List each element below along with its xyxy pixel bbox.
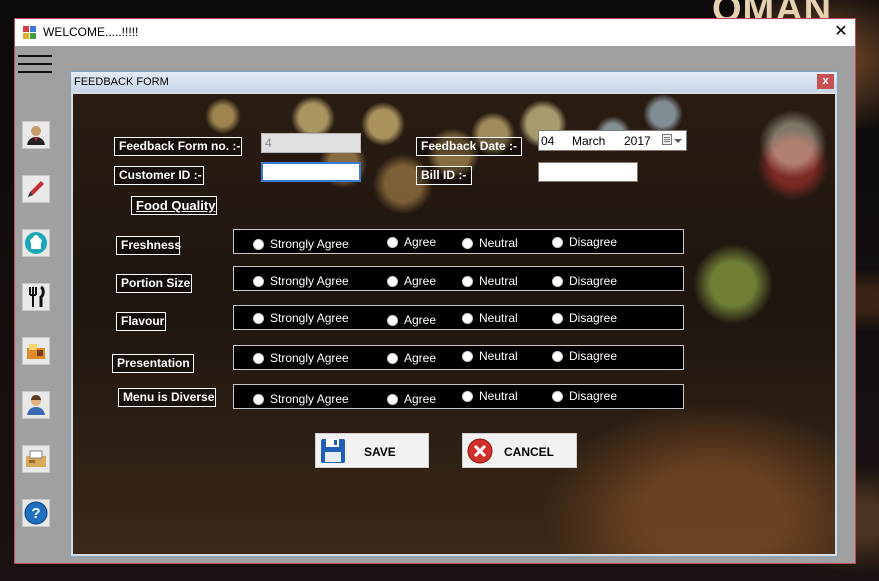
main-window: WELCOME.....!!!!! ✕ ? FEEDBACK FORM x Fe… bbox=[14, 18, 856, 564]
presentation-rating-group: Strongly Agree Agree Neutral Disagree bbox=[233, 345, 684, 370]
date-month: March bbox=[572, 134, 606, 148]
food-order-icon bbox=[27, 344, 45, 359]
presentation-strongly-agree-radio[interactable]: Strongly Agree bbox=[251, 349, 353, 367]
criterion-menu-diverse-label: Menu is Diverse bbox=[118, 388, 216, 407]
flavour-disagree-radio[interactable]: Disagree bbox=[550, 309, 622, 327]
menu-diverse-disagree-radio[interactable]: Disagree bbox=[550, 387, 622, 405]
window-title: WELCOME.....!!!!! bbox=[43, 25, 139, 39]
form-no-field[interactable] bbox=[261, 133, 361, 153]
form-titlebar: FEEDBACK FORM x bbox=[71, 72, 837, 92]
menu-diverse-rating-group: Strongly Agree Agree Neutral Disagree bbox=[233, 384, 684, 409]
flavour-neutral-radio[interactable]: Neutral bbox=[460, 309, 522, 327]
flavour-rating-group: Strongly Agree Agree Neutral Disagree bbox=[233, 305, 684, 330]
bill-id-field[interactable] bbox=[538, 162, 638, 182]
fork-knife-icon bbox=[29, 285, 45, 307]
criterion-freshness-label: Freshness bbox=[116, 236, 181, 255]
toolbar-help-button[interactable]: ? bbox=[22, 499, 50, 527]
criterion-portion-size-label: Portion Size bbox=[116, 274, 192, 293]
form-canvas: Feedback Form no. :- Feedback Date :- 04… bbox=[73, 94, 835, 554]
food-quality-heading: Food Quality bbox=[131, 196, 217, 215]
portion-size-rating-group: Strongly Agree Agree Neutral Disagree bbox=[233, 266, 684, 291]
pen-icon bbox=[28, 181, 44, 197]
form-no-label: Feedback Form no. :- bbox=[114, 137, 242, 156]
feedback-date-label: Feedback Date :- bbox=[416, 137, 522, 156]
floppy-disk-icon bbox=[321, 439, 345, 463]
left-toolbar: ? bbox=[16, 46, 54, 563]
portion-size-neutral-radio[interactable]: Neutral bbox=[460, 272, 522, 290]
toolbar-edit-button[interactable] bbox=[22, 175, 50, 203]
calendar-icon bbox=[662, 134, 672, 145]
presentation-disagree-radio[interactable]: Disagree bbox=[550, 347, 622, 365]
freshness-disagree-radio[interactable]: Disagree bbox=[550, 233, 622, 251]
form-title: FEEDBACK FORM bbox=[74, 76, 169, 88]
chef-hat-icon bbox=[25, 232, 47, 254]
portion-size-strongly-agree-radio[interactable]: Strongly Agree bbox=[251, 272, 353, 290]
freshness-agree-radio[interactable]: Agree bbox=[385, 233, 441, 251]
feedback-form-window: FEEDBACK FORM x Feedback Form no. :- Fee… bbox=[70, 71, 838, 557]
toolbar-orders-button[interactable] bbox=[22, 337, 50, 365]
customer-id-field[interactable] bbox=[261, 162, 361, 182]
customer-id-label: Customer ID :- bbox=[114, 166, 204, 185]
freshness-neutral-radio[interactable]: Neutral bbox=[460, 234, 522, 252]
freshness-rating-group: Strongly Agree Agree Neutral Disagree bbox=[233, 229, 684, 254]
window-titlebar: WELCOME.....!!!!! ✕ bbox=[15, 19, 855, 46]
bill-id-label: Bill ID :- bbox=[416, 166, 472, 185]
toolbar-customers-button[interactable] bbox=[22, 391, 50, 419]
form-close-button[interactable]: x bbox=[817, 74, 834, 89]
date-year: 2017 bbox=[624, 134, 651, 148]
toolbar-users-button[interactable] bbox=[22, 121, 50, 149]
date-day: 04 bbox=[541, 134, 555, 148]
criterion-presentation-label: Presentation bbox=[112, 354, 194, 373]
portion-size-disagree-radio[interactable]: Disagree bbox=[550, 272, 622, 290]
feedback-date-picker[interactable]: 04 March 2017 bbox=[538, 130, 687, 151]
chevron-down-icon bbox=[674, 139, 682, 143]
customer-icon bbox=[27, 395, 45, 415]
criterion-flavour-label: Flavour bbox=[116, 312, 166, 331]
cancel-icon bbox=[467, 438, 493, 464]
presentation-agree-radio[interactable]: Agree bbox=[385, 349, 441, 367]
toolbar-menu-items-button[interactable] bbox=[22, 283, 50, 311]
menu-diverse-strongly-agree-radio[interactable]: Strongly Agree bbox=[251, 390, 353, 408]
presentation-neutral-radio[interactable]: Neutral bbox=[460, 347, 522, 365]
app-icon bbox=[23, 26, 36, 39]
flavour-agree-radio[interactable]: Agree bbox=[385, 311, 441, 329]
toolbar-chef-button[interactable] bbox=[22, 229, 50, 257]
menu-diverse-neutral-radio[interactable]: Neutral bbox=[460, 387, 522, 405]
svg-text:?: ? bbox=[31, 505, 40, 522]
freshness-strongly-agree-radio[interactable]: Strongly Agree bbox=[251, 235, 353, 253]
user-icon bbox=[27, 126, 45, 145]
window-close-button[interactable]: ✕ bbox=[833, 22, 849, 42]
toolbar-billing-button[interactable] bbox=[22, 445, 50, 473]
menu-toggle-icon[interactable] bbox=[18, 50, 52, 80]
flavour-strongly-agree-radio[interactable]: Strongly Agree bbox=[251, 309, 353, 327]
portion-size-agree-radio[interactable]: Agree bbox=[385, 272, 441, 290]
menu-diverse-agree-radio[interactable]: Agree bbox=[385, 390, 441, 408]
billing-icon bbox=[26, 450, 46, 467]
save-button[interactable]: SAVE bbox=[315, 433, 429, 468]
cancel-button[interactable]: CANCEL bbox=[462, 433, 577, 468]
help-icon: ? bbox=[24, 501, 48, 525]
